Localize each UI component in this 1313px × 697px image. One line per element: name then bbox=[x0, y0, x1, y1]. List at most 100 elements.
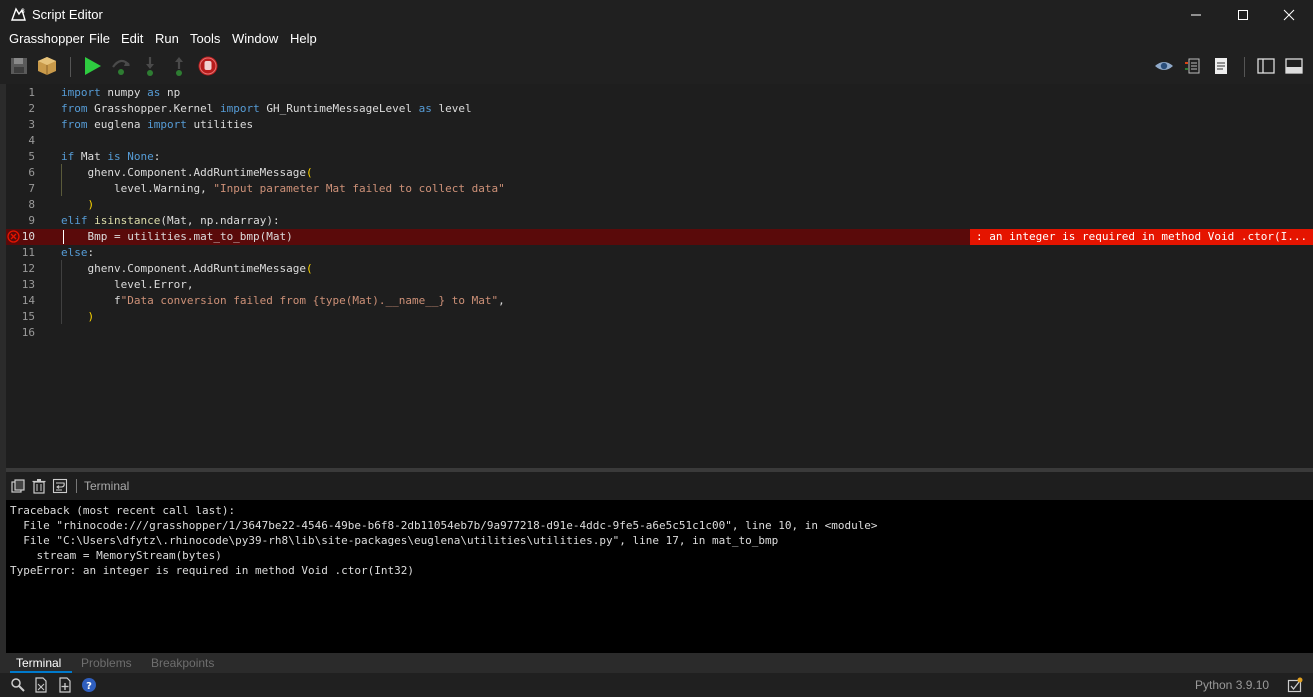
code-line[interactable]: 2 from Grasshopper.Kernel import GH_Runt… bbox=[6, 101, 1313, 117]
copy-icon bbox=[11, 479, 25, 493]
step-out-icon bbox=[175, 57, 183, 76]
code-line[interactable]: 11 else: bbox=[6, 245, 1313, 261]
code-line-error[interactable]: 10 Bmp = utilities.mat_to_bmp(Mat) : an … bbox=[6, 229, 1313, 245]
tab-breakpoints[interactable]: Breakpoints bbox=[151, 656, 214, 670]
maximize-button[interactable] bbox=[1220, 0, 1266, 29]
menu-edit[interactable]: Edit bbox=[121, 31, 143, 46]
menu-grasshopper[interactable]: Grasshopper bbox=[9, 31, 84, 46]
python-version[interactable]: Python 3.9.10 bbox=[1195, 678, 1269, 692]
code-line[interactable]: 15 ) bbox=[6, 309, 1313, 325]
code-line[interactable]: 16 bbox=[6, 325, 1313, 341]
menu-file[interactable]: File bbox=[89, 31, 110, 46]
svg-text:8: 8 bbox=[21, 8, 25, 15]
window-title: Script Editor bbox=[32, 7, 103, 22]
code-line[interactable]: 13 level.Error, bbox=[6, 277, 1313, 293]
line-number: 7 bbox=[28, 182, 35, 195]
outline-button[interactable] bbox=[1180, 53, 1206, 79]
code-line[interactable]: 4 bbox=[6, 133, 1313, 149]
terminal-line: TypeError: an integer is required in met… bbox=[10, 564, 414, 577]
package-icon bbox=[38, 57, 56, 75]
line-number: 13 bbox=[21, 278, 35, 291]
copy-output-button[interactable] bbox=[10, 478, 26, 494]
panel-tabs: Terminal Problems Breakpoints bbox=[6, 653, 1313, 673]
tab-problems[interactable]: Problems bbox=[81, 656, 132, 670]
document-button[interactable] bbox=[1208, 53, 1234, 79]
title-bar: 8 Script Editor bbox=[0, 0, 1313, 29]
menu-tools[interactable]: Tools bbox=[190, 31, 220, 46]
code-line[interactable]: 3 from euglena import utilities bbox=[6, 117, 1313, 133]
stop-button[interactable] bbox=[195, 53, 221, 79]
menu-run[interactable]: Run bbox=[155, 31, 179, 46]
eye-icon bbox=[1155, 62, 1173, 70]
code-line[interactable]: 12 ghenv.Component.AddRuntimeMessage( bbox=[6, 261, 1313, 277]
help-icon: ? bbox=[82, 678, 96, 692]
status-bar: ? Python 3.9.10 bbox=[0, 673, 1313, 697]
code-line[interactable]: 1 import numpy as np bbox=[6, 85, 1313, 101]
sidebar-layout-icon bbox=[1257, 58, 1275, 74]
notifications-button[interactable] bbox=[1287, 677, 1303, 693]
search-button[interactable] bbox=[10, 677, 26, 693]
search-icon bbox=[11, 678, 25, 692]
line-number: 3 bbox=[28, 118, 35, 131]
minimize-button[interactable] bbox=[1173, 0, 1219, 29]
toggle-sidebar-button[interactable] bbox=[1253, 53, 1279, 79]
line-number: 11 bbox=[21, 246, 35, 259]
watch-button[interactable] bbox=[1151, 53, 1177, 79]
help-button[interactable]: ? bbox=[81, 677, 97, 693]
code-line[interactable]: 9 elif isinstance(Mat, np.ndarray): bbox=[6, 213, 1313, 229]
debug-step-into-button[interactable] bbox=[137, 53, 163, 79]
close-icon bbox=[1283, 9, 1295, 20]
add-file-icon bbox=[59, 677, 71, 693]
document-icon bbox=[1215, 58, 1227, 74]
panel-title: Terminal bbox=[84, 479, 130, 493]
terminal-line: File "rhinocode:///grasshopper/1/3647be2… bbox=[10, 519, 878, 532]
menu-bar: Grasshopper File Edit Run Tools Window H… bbox=[0, 29, 1313, 50]
line-number: 16 bbox=[21, 326, 35, 339]
code-line[interactable]: 5 if Mat is None: bbox=[6, 149, 1313, 165]
save-icon bbox=[11, 58, 27, 74]
close-button[interactable] bbox=[1266, 0, 1312, 29]
panel-header: Terminal bbox=[6, 472, 1313, 500]
outline-icon bbox=[1185, 58, 1200, 74]
add-file-button[interactable] bbox=[57, 677, 73, 693]
rhino-app-icon: 8 bbox=[11, 7, 26, 21]
toggle-panel-button[interactable] bbox=[1281, 53, 1307, 79]
terminal-line: File "C:\Users\dfytz\.rhinocode\py39-rh8… bbox=[10, 534, 779, 547]
line-number: 15 bbox=[21, 310, 35, 323]
code-line[interactable]: 8 ) bbox=[6, 197, 1313, 213]
menu-window[interactable]: Window bbox=[232, 31, 278, 46]
save-button[interactable] bbox=[6, 53, 32, 79]
minimize-icon bbox=[1191, 14, 1201, 15]
terminal-line: Traceback (most recent call last): bbox=[10, 504, 236, 517]
inline-error-message[interactable]: : an integer is required in method Void … bbox=[970, 229, 1313, 245]
svg-text:?: ? bbox=[86, 681, 92, 692]
debug-step-out-button[interactable] bbox=[166, 53, 192, 79]
line-number: 4 bbox=[28, 134, 35, 147]
line-number: 12 bbox=[21, 262, 35, 275]
new-file-button[interactable] bbox=[33, 677, 49, 693]
toolbar bbox=[0, 50, 1313, 84]
tab-terminal[interactable]: Terminal bbox=[16, 656, 61, 670]
code-editor[interactable]: 1 import numpy as np 2 from Grasshopper.… bbox=[6, 84, 1313, 468]
run-button[interactable] bbox=[79, 53, 105, 79]
line-number: 1 bbox=[28, 86, 35, 99]
line-number: 14 bbox=[21, 294, 35, 307]
line-number: 6 bbox=[28, 166, 35, 179]
line-number: 2 bbox=[28, 102, 35, 115]
notification-icon bbox=[1287, 677, 1303, 693]
line-number: 5 bbox=[28, 150, 35, 163]
terminal-output[interactable]: Traceback (most recent call last): File … bbox=[6, 500, 1313, 653]
code-line[interactable]: 6 ghenv.Component.AddRuntimeMessage( bbox=[6, 165, 1313, 181]
debug-step-over-button[interactable] bbox=[108, 53, 134, 79]
word-wrap-button[interactable] bbox=[52, 478, 68, 494]
trash-icon bbox=[32, 479, 46, 494]
step-over-icon bbox=[112, 59, 130, 75]
maximize-icon bbox=[1238, 9, 1248, 20]
clear-output-button[interactable] bbox=[31, 478, 47, 494]
code-line[interactable]: 7 level.Warning, "Input parameter Mat fa… bbox=[6, 181, 1313, 197]
menu-help[interactable]: Help bbox=[290, 31, 317, 46]
package-button[interactable] bbox=[34, 53, 60, 79]
line-number: 10 bbox=[21, 230, 35, 243]
panel-layout-icon bbox=[1285, 58, 1303, 74]
code-line[interactable]: 14 f"Data conversion failed from {type(M… bbox=[6, 293, 1313, 309]
